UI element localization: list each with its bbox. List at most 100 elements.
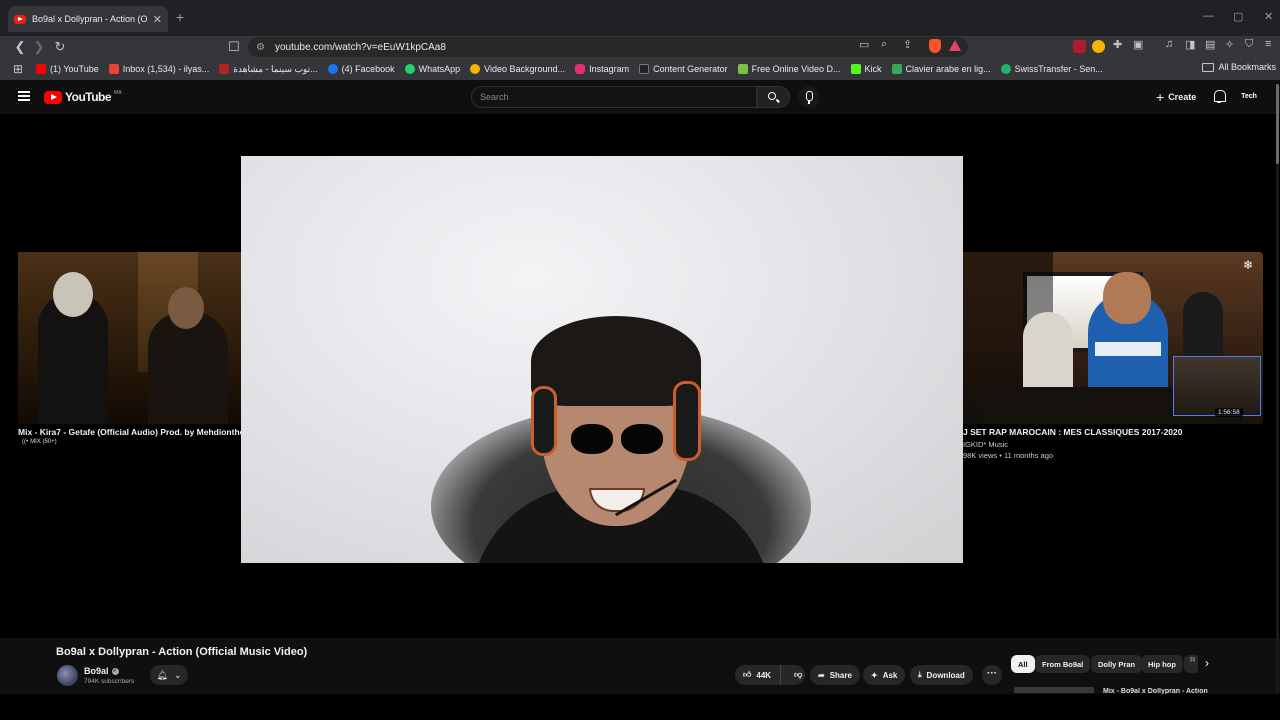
cast-icon[interactable]: ▭ <box>859 38 869 51</box>
chip-all[interactable]: All <box>1011 655 1035 673</box>
youtube-favicon-icon <box>14 14 26 24</box>
translate-icon[interactable]: ▣ <box>1133 38 1143 51</box>
search-button[interactable] <box>757 86 790 108</box>
bookmark-youtube[interactable]: (1) YouTube <box>36 64 99 74</box>
bookmark-instagram[interactable]: Instagram <box>575 64 629 74</box>
maximize-button[interactable]: ▢ <box>1233 10 1243 23</box>
extension-icon[interactable] <box>1092 40 1105 53</box>
browser-tab-bar: Bo9al x Dollypran - Action (Offic ✕ + — … <box>0 0 1280 36</box>
bookmark-whatsapp[interactable]: WhatsApp <box>404 64 460 74</box>
zoom-icon[interactable]: ⌕ <box>881 38 887 51</box>
bookmark-content-generator[interactable]: Content Generator <box>639 64 728 74</box>
related-thumbnail[interactable] <box>1014 687 1094 693</box>
minimize-button[interactable]: — <box>1203 10 1214 22</box>
bookmark-clavier-arabe[interactable]: Clavier arabe en lig... <box>891 64 991 74</box>
menu-icon[interactable]: ≡ <box>1265 38 1271 50</box>
facebook-icon <box>327 64 338 74</box>
thumbnail-figure-head <box>168 287 204 329</box>
vpn-icon[interactable]: ⛉ <box>1245 38 1253 51</box>
scrollbar-thumb[interactable] <box>1276 84 1279 164</box>
like-button[interactable]: 👍︎ 44K <box>735 665 782 685</box>
instagram-icon <box>575 64 586 74</box>
youtube-logo[interactable]: YouTube MA <box>44 90 122 104</box>
guide-menu-icon[interactable] <box>18 91 30 101</box>
previous-video-title[interactable]: Mix - Kira7 - Getafe (Official Audio) Pr… <box>18 427 241 437</box>
page-scrollbar[interactable] <box>1276 84 1279 694</box>
next-video-title[interactable]: J SET RAP MAROCAIN : MES CLASSIQUES 2017… <box>963 427 1183 437</box>
bell-icon: 🔔︎ <box>156 669 168 680</box>
subscriber-count: 794K subscribers <box>84 678 135 685</box>
related-video-title[interactable]: Mix - Bo9al x Dollypran - Action <box>1103 688 1208 694</box>
channel-avatar[interactable] <box>57 665 78 686</box>
bookmark-video-background[interactable]: Video Background... <box>470 64 565 74</box>
voice-search-button[interactable] <box>798 86 820 108</box>
extension-icon[interactable] <box>1073 40 1086 53</box>
forward-icon[interactable]: ❯ <box>30 38 48 56</box>
bookmark-topcinema[interactable]: توب سينما - مشاهدة... <box>219 64 318 75</box>
apps-grid-icon[interactable]: ⊞ <box>0 62 36 76</box>
new-tab-button[interactable]: + <box>176 9 184 25</box>
download-arrow-icon <box>737 64 748 74</box>
chip-overflow[interactable]: R <box>1184 655 1198 673</box>
close-window-button[interactable]: ✕ <box>1264 10 1273 23</box>
site-settings-icon[interactable]: ⚙ <box>256 42 265 53</box>
browser-toolbar: ❮ ❯ ↻ ☐ ⚙ youtube.com/watch?v=eEuW1kpCAa… <box>0 36 1280 58</box>
keyboard-icon <box>891 64 902 74</box>
video-background-icon <box>470 64 481 74</box>
chevron-right-icon[interactable]: › <box>1205 656 1209 670</box>
verified-check-icon: ✓ <box>111 667 119 675</box>
account-avatar[interactable]: Tech <box>1240 89 1258 105</box>
more-actions-button[interactable]: ··· <box>982 665 1002 685</box>
thumbnail-jersey-stripe <box>1095 342 1161 356</box>
bookmark-swisstransfer[interactable]: SwissTransfer - Sen... <box>1000 64 1103 74</box>
kick-icon <box>850 64 861 74</box>
notifications-bell-icon[interactable] <box>1213 90 1226 103</box>
bookmarks-bar: ⊞ (1) YouTube Inbox (1,534) - ilyas... ت… <box>0 58 1280 80</box>
chip-dolly-pran[interactable]: Dolly Pran <box>1091 655 1143 673</box>
thumbs-up-icon: 👍︎ <box>743 670 752 679</box>
browser-tab[interactable]: Bo9al x Dollypran - Action (Offic ✕ <box>8 6 168 32</box>
chip-hip-hop[interactable]: Hip hop <box>1141 655 1183 673</box>
dislike-button[interactable]: 👎︎ <box>786 670 802 680</box>
back-icon[interactable]: ❮ <box>11 38 29 56</box>
bookmark-gmail[interactable]: Inbox (1,534) - ilyas... <box>108 64 209 74</box>
url-text[interactable]: youtube.com/watch?v=eEuW1kpCAa8 <box>275 42 446 53</box>
bookmark-kick[interactable]: Kick <box>850 64 882 74</box>
channel-name[interactable]: Bo9al ✓ <box>84 666 119 676</box>
video-title: Bo9al x Dollypran - Action (Official Mus… <box>56 646 308 658</box>
thumbnail-figure <box>1023 312 1073 392</box>
leo-ai-icon[interactable]: ✧ <box>1225 38 1234 51</box>
brave-shields-icon[interactable] <box>929 39 941 53</box>
bookmark-facebook[interactable]: (4) Facebook <box>327 64 395 74</box>
all-bookmarks-button[interactable]: All Bookmarks <box>1202 62 1276 72</box>
reload-icon[interactable]: ↻ <box>51 38 69 56</box>
tab-close-icon[interactable]: ✕ <box>153 13 162 26</box>
share-page-icon[interactable]: ⇪ <box>903 38 912 51</box>
bookmark-icon[interactable]: ☐ <box>225 38 243 56</box>
thumbnail-figure-head <box>53 272 93 317</box>
wallet-icon[interactable]: ▤ <box>1205 38 1215 51</box>
thumbs-down-icon: 👎︎ <box>794 670 803 679</box>
share-button[interactable]: ➦ Share <box>810 665 860 685</box>
media-icon[interactable]: ♫ <box>1165 38 1173 50</box>
extensions-puzzle-icon[interactable]: ✚ <box>1113 38 1122 51</box>
thumbnail-inset-cam <box>1173 356 1261 416</box>
youtube-masthead: YouTube MA Search + Create Tech <box>0 80 1280 114</box>
download-button[interactable]: ⤓ Download <box>910 665 973 685</box>
subscribed-notifications-button[interactable]: 🔔︎ ⌄ <box>150 665 188 685</box>
sidebar-icon[interactable]: ◨ <box>1185 38 1195 51</box>
previous-video-thumbnail[interactable] <box>18 252 241 424</box>
ask-button[interactable]: ✦ Ask <box>863 665 906 685</box>
bookmark-video-downloader[interactable]: Free Online Video D... <box>737 64 841 74</box>
search-input[interactable]: Search <box>471 86 757 108</box>
next-video-thumbnail[interactable]: 1:56:58 ❄ <box>963 252 1263 424</box>
next-video-channel[interactable]: IGKID* Music <box>963 440 1008 449</box>
chip-from-channel[interactable]: From Bo9al <box>1035 655 1091 673</box>
whatsapp-icon <box>404 64 415 74</box>
create-button[interactable]: + Create <box>1156 89 1196 105</box>
video-player[interactable] <box>241 156 963 563</box>
share-arrow-icon: ➦ <box>818 670 825 680</box>
snowflake-icon: ❄ <box>1243 258 1254 272</box>
brave-rewards-icon[interactable] <box>949 40 961 51</box>
youtube-play-icon <box>44 90 62 104</box>
